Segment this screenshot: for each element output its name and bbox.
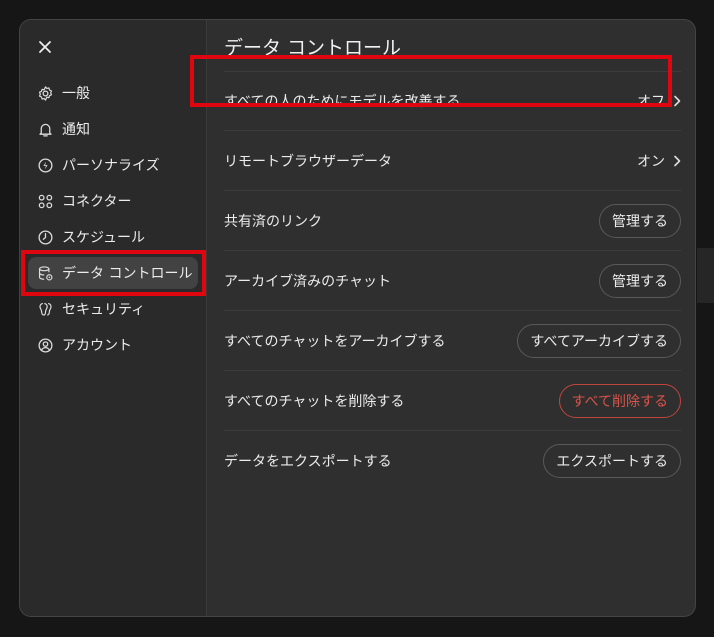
settings-sidebar: 一般 通知 パーソナライズ コネクター スケジュール データ コントロール セキ… bbox=[20, 20, 207, 616]
sidebar-item-label: 一般 bbox=[62, 86, 90, 102]
setting-label: 共有済のリンク bbox=[224, 213, 322, 230]
sidebar-item-personalize[interactable]: パーソナライズ bbox=[20, 147, 206, 183]
clock-icon bbox=[36, 228, 54, 246]
settings-list: すべての人のためにモデルを改善する オフ リモートブラウザーデータ オン 共有済… bbox=[224, 71, 681, 491]
setting-label: アーカイブ済みのチャット bbox=[224, 273, 392, 290]
delete-all-button[interactable]: すべて削除する bbox=[558, 383, 681, 418]
sidebar-item-data-controls[interactable]: データ コントロール bbox=[20, 255, 206, 291]
setting-row-archive-all: すべてのチャットをアーカイブする すべてアーカイブする bbox=[224, 311, 681, 371]
sidebar-item-label: コネクター bbox=[62, 194, 132, 210]
chevron-right-icon bbox=[674, 95, 681, 106]
shield-icon bbox=[36, 300, 54, 318]
setting-row-export-data: データをエクスポートする エクスポートする bbox=[224, 431, 681, 491]
setting-row-delete-all: すべてのチャットを削除する すべて削除する bbox=[224, 371, 681, 431]
background-panel bbox=[697, 248, 714, 303]
gear-icon bbox=[36, 84, 54, 102]
user-circle-icon bbox=[36, 336, 54, 354]
sidebar-item-label: セキュリティ bbox=[62, 302, 146, 318]
sidebar-item-label: 通知 bbox=[62, 122, 90, 138]
settings-nav: 一般 通知 パーソナライズ コネクター スケジュール データ コントロール セキ… bbox=[20, 75, 206, 363]
bell-icon bbox=[36, 120, 54, 138]
sidebar-item-security[interactable]: セキュリティ bbox=[20, 291, 206, 327]
export-data-button[interactable]: エクスポートする bbox=[543, 444, 681, 478]
close-button[interactable] bbox=[34, 36, 56, 58]
page-title: データ コントロール bbox=[224, 37, 402, 59]
improve-model-toggle[interactable]: オフ bbox=[637, 91, 681, 111]
personalize-icon bbox=[36, 156, 54, 174]
setting-label: すべての人のためにモデルを改善する bbox=[224, 93, 461, 110]
setting-row-improve-model: すべての人のためにモデルを改善する オフ bbox=[224, 71, 681, 131]
sidebar-item-account[interactable]: アカウント bbox=[20, 327, 206, 363]
chevron-right-icon bbox=[674, 155, 681, 166]
sidebar-item-connectors[interactable]: コネクター bbox=[20, 183, 206, 219]
manage-archived-chats-button[interactable]: 管理する bbox=[599, 263, 681, 298]
close-icon bbox=[39, 41, 51, 53]
sidebar-item-label: スケジュール bbox=[62, 230, 146, 246]
setting-label: すべてのチャットをアーカイブする bbox=[224, 333, 446, 350]
sidebar-item-label: パーソナライズ bbox=[62, 158, 160, 174]
setting-label: リモートブラウザーデータ bbox=[224, 153, 392, 170]
setting-value: オン bbox=[637, 153, 665, 170]
setting-row-archived-chats: アーカイブ済みのチャット 管理する bbox=[224, 251, 681, 311]
connector-icon bbox=[36, 192, 54, 210]
sidebar-item-general[interactable]: 一般 bbox=[20, 75, 206, 111]
settings-dialog: 一般 通知 パーソナライズ コネクター スケジュール データ コントロール セキ… bbox=[19, 19, 696, 617]
sidebar-item-schedule[interactable]: スケジュール bbox=[20, 219, 206, 255]
database-gear-icon bbox=[36, 264, 54, 282]
setting-row-remote-browser-data: リモートブラウザーデータ オン bbox=[224, 131, 681, 191]
sidebar-item-label: アカウント bbox=[62, 338, 132, 354]
manage-shared-links-button[interactable]: 管理する bbox=[599, 203, 681, 238]
setting-row-shared-links: 共有済のリンク 管理する bbox=[224, 191, 681, 251]
sidebar-item-notifications[interactable]: 通知 bbox=[20, 111, 206, 147]
setting-value: オフ bbox=[637, 93, 665, 110]
setting-label: すべてのチャットを削除する bbox=[224, 393, 405, 410]
archive-all-button[interactable]: すべてアーカイブする bbox=[517, 323, 681, 358]
sidebar-item-label: データ コントロール bbox=[62, 266, 193, 282]
remote-browser-data-toggle[interactable]: オン bbox=[637, 151, 681, 171]
setting-label: データをエクスポートする bbox=[224, 454, 392, 470]
settings-content: データ コントロール すべての人のためにモデルを改善する オフ リモートブラウザ… bbox=[207, 20, 695, 616]
